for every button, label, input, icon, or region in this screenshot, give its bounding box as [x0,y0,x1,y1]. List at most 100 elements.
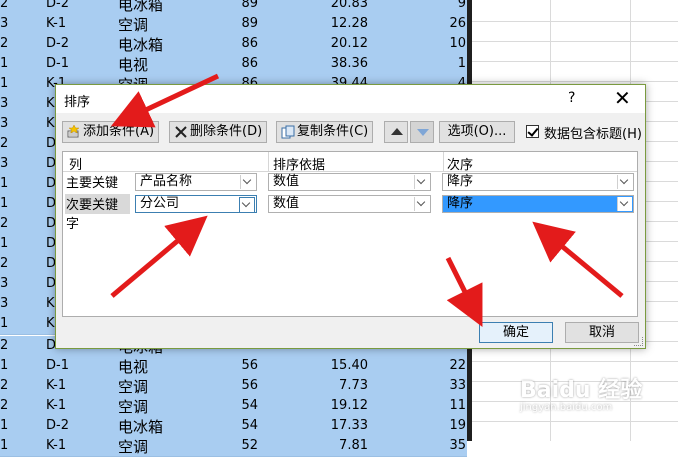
table-cell[interactable]: 56 [200,378,258,393]
table-cell[interactable]: 2 [0,338,10,353]
table-cell[interactable]: 1 [0,76,10,91]
table-cell[interactable]: 1 [0,438,10,453]
table-cell[interactable]: K-1 [46,438,66,453]
table-cell[interactable]: 电视 [118,356,148,377]
table-row[interactable]: 1 K-1 空调 52 7.81 35 [0,436,678,457]
table-cell[interactable]: 3 [0,96,10,111]
table-cell[interactable]: 电冰箱 [118,416,163,437]
secondary-order-select[interactable]: 降序 [442,195,634,213]
move-down-button[interactable] [410,121,434,143]
table-cell[interactable]: 38.36 [280,56,368,71]
table-cell[interactable]: 52 [200,438,258,453]
table-cell[interactable]: 35 [400,438,466,453]
table-cell[interactable]: D-1 [46,56,69,71]
table-cell[interactable]: 17.33 [280,418,368,433]
table-cell[interactable]: 3 [0,296,10,311]
table-cell[interactable]: 电冰箱 [118,0,163,15]
table-cell[interactable]: 3 [0,276,10,291]
cancel-button[interactable]: 取消 [565,322,639,343]
table-cell[interactable]: 1 [0,176,10,191]
table-cell[interactable]: 2 [0,136,10,151]
table-cell[interactable]: 26 [400,16,466,31]
table-row[interactable]: 2 D-2 电冰箱 89 20.83 9 [0,0,678,15]
help-button[interactable]: ? [568,90,575,106]
table-cell[interactable]: 89 [200,16,258,31]
table-cell[interactable]: 12.28 [280,16,368,31]
sort-levels-grid: 列 排序依据 次序 主要关键字 产品名称 数值 降序 次要关键字 分公司 数值 … [62,151,638,317]
secondary-basis-select[interactable]: 数值 [268,195,431,213]
table-cell[interactable]: 7.73 [280,378,368,393]
table-row[interactable]: 1 D-2 电冰箱 54 17.33 19 [0,416,678,437]
table-cell[interactable]: D-2 [46,0,69,11]
table-cell[interactable]: 33 [400,378,466,393]
table-cell[interactable]: 2 [0,216,10,231]
table-cell[interactable]: 2 [0,398,10,413]
table-cell[interactable]: 2 [0,256,10,271]
table-cell[interactable]: 54 [200,398,258,413]
table-cell[interactable]: K-1 [46,398,66,413]
move-up-button[interactable] [384,121,408,143]
table-cell[interactable]: 1 [0,56,10,71]
table-cell[interactable]: 89 [200,0,258,11]
table-cell[interactable]: K [46,116,55,131]
table-cell[interactable]: 空调 [118,436,148,457]
table-row[interactable]: 2 D-2 电冰箱 86 20.12 10 [0,34,678,55]
primary-order-select[interactable]: 降序 [442,173,634,191]
primary-column-select[interactable]: 产品名称 [135,173,257,191]
primary-basis-select[interactable]: 数值 [268,173,431,191]
table-cell[interactable]: 20.12 [280,36,368,51]
table-cell[interactable]: 3 [0,156,10,171]
table-cell[interactable]: D-2 [46,418,69,433]
table-cell[interactable]: K-1 [46,16,66,31]
table-cell[interactable]: 54 [200,418,258,433]
table-cell[interactable]: 19 [400,418,466,433]
table-cell[interactable]: 空调 [118,396,148,417]
table-cell[interactable]: 7.81 [280,438,368,453]
table-row[interactable]: 1 D-1 电视 86 38.36 1 [0,54,678,75]
table-cell[interactable]: 15.40 [280,358,368,373]
table-cell[interactable]: 3 [0,116,10,131]
has-header-checkbox[interactable] [526,125,539,138]
table-row[interactable]: 3 K-1 空调 89 12.28 26 [0,14,678,35]
secondary-column-select[interactable]: 分公司 [135,195,257,213]
table-cell[interactable]: 9 [400,0,466,11]
table-cell[interactable]: 电冰箱 [118,34,163,55]
primary-basis-value: 数值 [273,174,300,189]
table-cell[interactable]: 1 [0,358,10,373]
table-cell[interactable]: 20.83 [280,0,368,11]
table-cell[interactable]: D-2 [46,36,69,51]
table-cell[interactable]: 2 [0,378,10,393]
secondary-key-label[interactable]: 次要关键字 [65,194,130,232]
close-button[interactable]: ✕ [614,86,631,110]
table-cell[interactable]: 空调 [118,376,148,397]
table-cell[interactable]: D-1 [46,358,69,373]
table-cell[interactable]: 1 [400,56,466,71]
table-cell[interactable]: 11 [400,398,466,413]
table-cell[interactable]: 19.12 [280,398,368,413]
table-cell[interactable]: K-1 [46,378,66,393]
add-level-button[interactable]: 添加条件(A) [62,121,160,143]
ok-button[interactable]: 确定 [479,322,553,343]
table-cell[interactable]: 2 [0,0,10,11]
table-cell[interactable]: 1 [0,316,10,331]
delete-level-button[interactable]: 删除条件(D) [169,121,268,143]
table-cell[interactable]: 10 [400,36,466,51]
table-cell[interactable]: 1 [0,418,10,433]
table-cell[interactable]: 空调 [118,14,148,35]
table-cell[interactable]: 86 [200,36,258,51]
table-cell[interactable]: K [46,96,55,111]
table-cell[interactable]: 2 [0,36,10,51]
table-cell[interactable]: 86 [200,56,258,71]
table-cell[interactable]: K [46,316,55,331]
table-cell[interactable]: 电视 [118,54,148,75]
table-cell[interactable]: K [46,296,55,311]
table-cell[interactable]: 1 [0,236,10,251]
options-button[interactable]: 选项(O)... [439,121,515,143]
delete-icon [175,126,187,138]
copy-level-button[interactable]: 复制条件(C) [276,121,374,143]
table-cell[interactable]: 3 [0,16,10,31]
table-cell[interactable]: 1 [0,196,10,211]
resize-grip-icon[interactable] [634,337,643,346]
table-cell[interactable]: 56 [200,358,258,373]
table-cell[interactable]: 22 [400,358,466,373]
